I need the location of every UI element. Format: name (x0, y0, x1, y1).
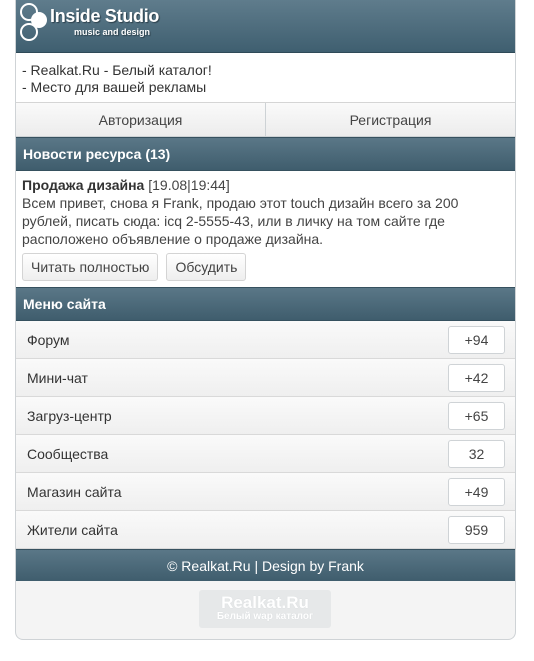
logo-icon[interactable] (20, 3, 48, 41)
menu-item-count: 959 (448, 515, 505, 544)
news-title[interactable]: Продажа дизайна (22, 177, 144, 193)
menu-item-label: Жители сайта (27, 521, 118, 538)
menu-item-minichat[interactable]: Мини-чат +42 (16, 359, 515, 397)
menu-item-label: Загруз-центр (27, 407, 112, 424)
ads-block: - Realkat.Ru - Белый каталог! - Место дл… (16, 53, 515, 103)
menu-item-label: Форум (27, 331, 70, 348)
auth-bar: Авторизация Регистрация (16, 103, 515, 137)
news-item: Продажа дизайна [19.08|19:44] Всем приве… (16, 171, 515, 287)
site-header: Inside Studio music and design (16, 0, 515, 53)
news-actions: Читать полностью Обсудить (22, 253, 509, 281)
menu-item-label: Магазин сайта (27, 483, 122, 500)
menu-item-label: Мини-чат (27, 369, 88, 386)
menu-item-count: +65 (448, 401, 505, 430)
footer-text: © Realkat.Ru | Design by Frank (167, 557, 364, 574)
discuss-button[interactable]: Обсудить (166, 253, 247, 281)
menu-item-forum[interactable]: Форум +94 (16, 321, 515, 359)
counter-banner[interactable]: Realkat.Ru Белый wap каталог (199, 590, 331, 628)
register-button[interactable]: Регистрация (266, 103, 515, 136)
ad-link[interactable]: - Место для вашей рекламы (22, 79, 509, 96)
menu-item-residents[interactable]: Жители сайта 959 (16, 511, 515, 549)
menu-item-downloads[interactable]: Загруз-центр +65 (16, 397, 515, 435)
menu-item-shop[interactable]: Магазин сайта +49 (16, 473, 515, 511)
menu-item-count: +94 (448, 325, 505, 354)
site-footer: © Realkat.Ru | Design by Frank (16, 549, 515, 581)
menu-item-count: +49 (448, 477, 505, 506)
brand-subtitle: music and design (74, 27, 151, 37)
news-body: Всем привет, снова я Frank, продаю этот … (22, 195, 459, 247)
menu-section-title: Меню сайта (16, 287, 515, 321)
menu-item-count: +42 (448, 363, 505, 392)
counter-subtitle: Белый wap каталог (216, 611, 314, 622)
read-more-button[interactable]: Читать полностью (22, 253, 159, 281)
news-section-title[interactable]: Новости ресурса (13) (16, 137, 515, 171)
menu-item-label: Сообщества (27, 445, 109, 462)
brand-title[interactable]: Inside Studio (50, 6, 159, 27)
counter-title: Realkat.Ru (221, 593, 309, 612)
ad-link[interactable]: - Realkat.Ru - Белый каталог! (22, 62, 509, 79)
login-button[interactable]: Авторизация (16, 103, 266, 136)
news-date: [19.08|19:44] (144, 177, 230, 193)
menu-item-count: 32 (448, 439, 505, 468)
counter-area: Realkat.Ru Белый wap каталог (16, 581, 515, 639)
menu-item-communities[interactable]: Сообщества 32 (16, 435, 515, 473)
page-container: Inside Studio music and design - Realkat… (15, 0, 516, 640)
